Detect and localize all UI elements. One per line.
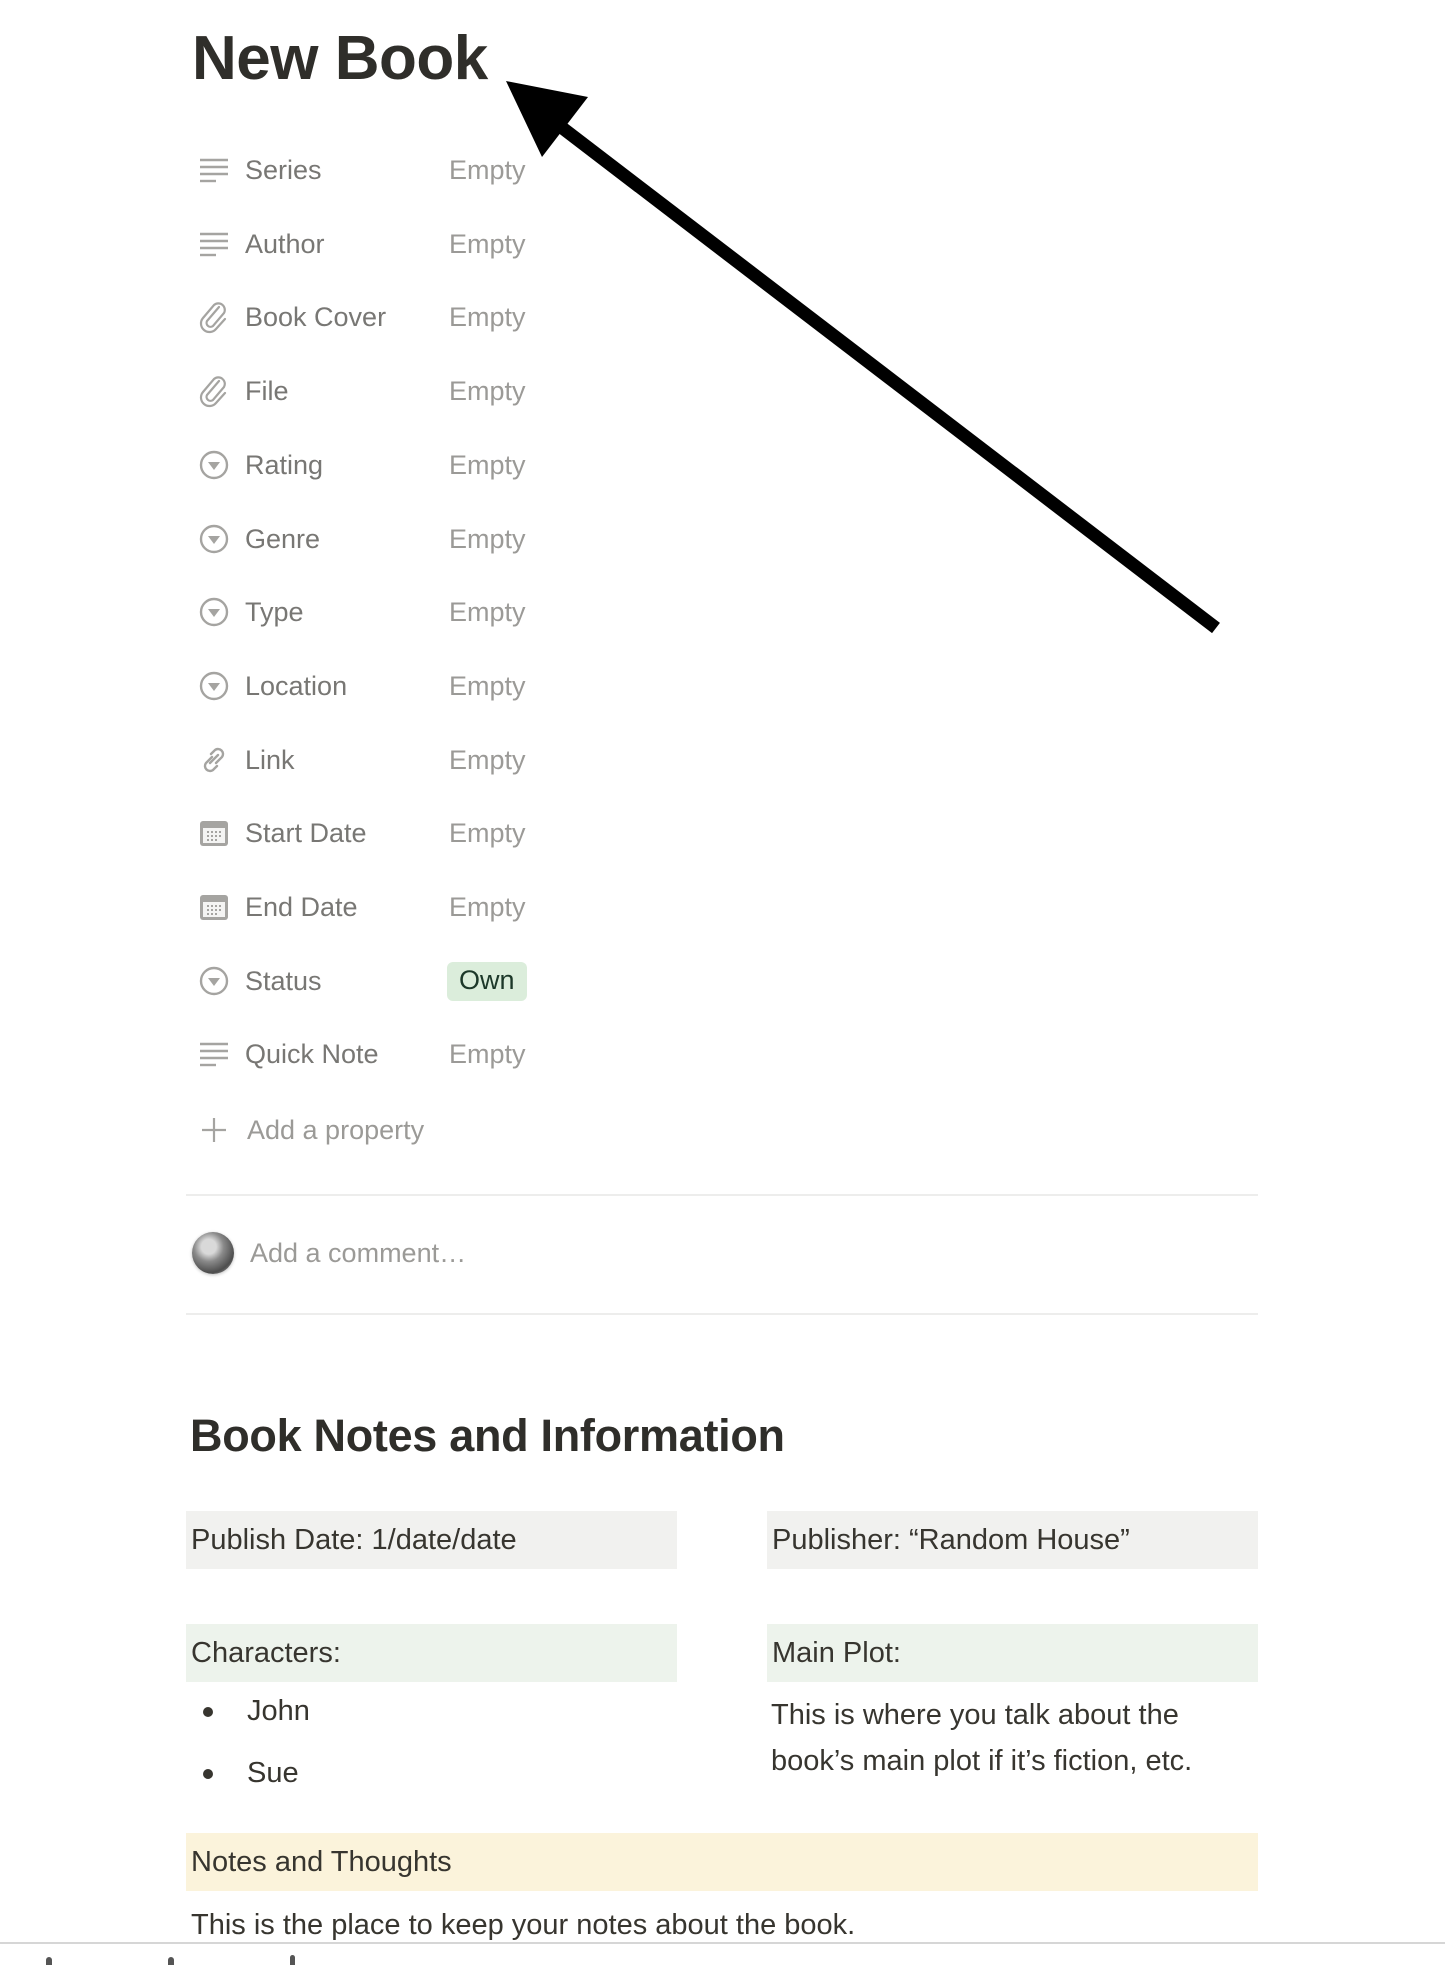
toolbar-icon[interactable] (168, 1957, 174, 1965)
character-list-item[interactable]: Sue (203, 1757, 299, 1790)
property-label[interactable]: Quick Note (245, 1039, 449, 1070)
status-badge[interactable]: Own (447, 961, 527, 1001)
divider (186, 1313, 1258, 1315)
character-name: Sue (247, 1757, 299, 1789)
property-label[interactable]: Location (245, 671, 449, 702)
character-list-item[interactable]: John (203, 1695, 310, 1728)
page-title[interactable]: New Book (192, 22, 488, 96)
toolbar-icon[interactable] (46, 1957, 52, 1965)
notes-thoughts-callout[interactable]: Notes and Thoughts (186, 1833, 1258, 1891)
select-circle-icon (196, 521, 232, 557)
property-row-link[interactable]: Link Empty (196, 732, 616, 788)
property-row-end-date[interactable]: End Date Empty (196, 879, 616, 935)
property-value[interactable]: Empty (449, 597, 526, 628)
property-value[interactable]: Empty (449, 229, 526, 260)
property-value[interactable]: Empty (449, 818, 526, 849)
characters-callout[interactable]: Characters: (186, 1624, 677, 1682)
property-row-file[interactable]: File Empty (196, 363, 616, 419)
link-icon (196, 742, 232, 778)
property-row-author[interactable]: Author Empty (196, 216, 616, 272)
publisher-text: Publisher: “Random House” (772, 1523, 1130, 1556)
property-label[interactable]: Status (245, 966, 449, 997)
property-label[interactable]: Link (245, 745, 449, 776)
property-label[interactable]: Rating (245, 450, 449, 481)
property-row-quick-note[interactable]: Quick Note Empty (196, 1026, 616, 1082)
property-value[interactable]: Empty (449, 302, 526, 333)
add-property-label: Add a property (247, 1114, 425, 1145)
main-plot-line: This is where you talk about the (771, 1699, 1179, 1731)
property-value[interactable]: Empty (449, 671, 526, 702)
property-row-start-date[interactable]: Start Date Empty (196, 805, 616, 861)
add-property-button[interactable]: Add a property (196, 1102, 616, 1158)
property-row-genre[interactable]: Genre Empty (196, 511, 616, 567)
section-heading[interactable]: Book Notes and Information (190, 1408, 785, 1464)
user-avatar (192, 1232, 234, 1274)
text-lines-icon (196, 152, 232, 188)
publisher-callout[interactable]: Publisher: “Random House” (767, 1511, 1258, 1569)
property-label[interactable]: Book Cover (245, 302, 449, 333)
plus-icon (196, 1112, 232, 1148)
main-plot-label: Main Plot: (772, 1636, 901, 1669)
property-row-rating[interactable]: Rating Empty (196, 437, 616, 493)
main-plot-line: book’s main plot if it’s fiction, etc. (771, 1745, 1193, 1777)
toolbar-icon[interactable] (290, 1955, 295, 1965)
select-circle-icon (196, 447, 232, 483)
publish-date-text: Publish Date: 1/date/date (191, 1523, 517, 1556)
select-circle-icon (196, 668, 232, 704)
character-name: John (247, 1695, 310, 1727)
arrow-shaft (548, 114, 1220, 634)
calendar-icon (196, 815, 232, 851)
bullet-icon (203, 1706, 213, 1717)
publish-date-callout[interactable]: Publish Date: 1/date/date (186, 1511, 677, 1569)
bottom-toolbar[interactable] (0, 1944, 1445, 1965)
property-value[interactable]: Empty (449, 892, 526, 923)
select-circle-icon (196, 963, 232, 999)
paperclip-icon (196, 373, 232, 409)
property-value[interactable]: Empty (449, 376, 526, 407)
main-plot-text[interactable]: This is where you talk about the book’s … (771, 1692, 1192, 1784)
text-lines-icon (196, 226, 232, 262)
property-label[interactable]: Series (245, 155, 449, 186)
property-row-location[interactable]: Location Empty (196, 658, 616, 714)
property-label[interactable]: Type (245, 597, 449, 628)
characters-label: Characters: (191, 1636, 341, 1669)
notes-thoughts-label: Notes and Thoughts (191, 1845, 452, 1878)
comment-placeholder: Add a comment… (250, 1237, 467, 1268)
property-label[interactable]: Start Date (245, 818, 449, 849)
property-row-series[interactable]: Series Empty (196, 142, 616, 198)
text-lines-icon (196, 1036, 232, 1072)
property-value[interactable]: Empty (449, 524, 526, 555)
property-row-status[interactable]: Status Own (196, 953, 616, 1009)
bullet-icon (203, 1768, 213, 1779)
property-value[interactable]: Empty (449, 155, 526, 186)
property-label[interactable]: Genre (245, 524, 449, 555)
property-value[interactable]: Empty (449, 1039, 526, 1070)
property-row-book-cover[interactable]: Book Cover Empty (196, 289, 616, 345)
select-circle-icon (196, 594, 232, 630)
property-row-type[interactable]: Type Empty (196, 584, 616, 640)
main-plot-callout[interactable]: Main Plot: (767, 1624, 1258, 1682)
property-value[interactable]: Empty (449, 745, 526, 776)
property-value[interactable]: Empty (449, 450, 526, 481)
property-label[interactable]: File (245, 376, 449, 407)
property-label[interactable]: End Date (245, 892, 449, 923)
calendar-icon (196, 889, 232, 925)
paperclip-icon (196, 299, 232, 335)
property-label[interactable]: Author (245, 229, 449, 260)
divider (186, 1194, 1258, 1196)
comment-input[interactable]: Add a comment… (192, 1232, 466, 1274)
